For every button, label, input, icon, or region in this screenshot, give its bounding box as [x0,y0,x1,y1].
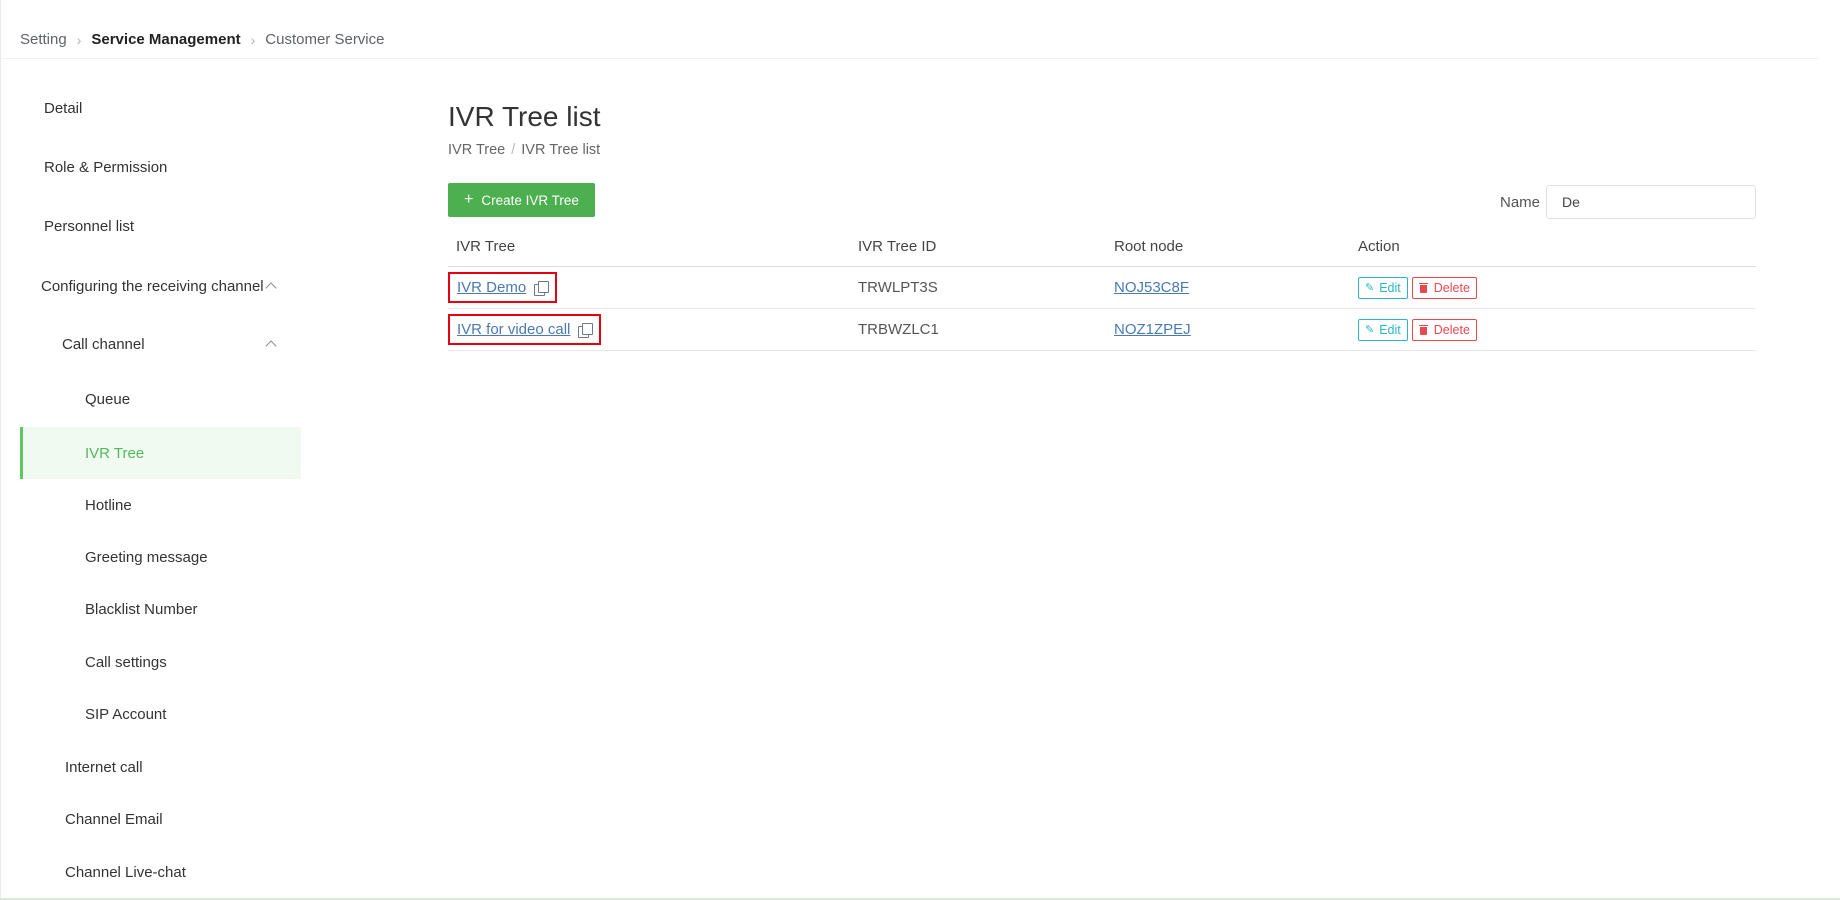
action-cell: ✎ Edit Delete [1358,309,1477,350]
sidebar-item-label: Blacklist Number [85,600,198,618]
left-border [0,0,1,900]
table-header: IVR Tree IVR Tree ID Root node Action [448,227,1756,267]
sidebar-item-label: Configuring the receiving channel [41,277,264,295]
copy-icon[interactable] [578,322,594,338]
sidebar-item-channel-live-chat[interactable]: Channel Live-chat [20,846,301,898]
sidebar: Detail Role & Permission Personnel list … [20,59,301,900]
table-row: IVR Demo TRWLPT3S NOJ53C8F ✎ Edit Delete [448,267,1756,309]
chevron-right-icon: › [250,31,256,48]
sidebar-item-label: SIP Account [85,705,167,723]
ivr-tree-cell: IVR for video call [448,309,602,350]
sidebar-item-detail[interactable]: Detail [20,82,301,134]
column-header-ivr-tree-id: IVR Tree ID [858,238,937,255]
sidebar-item-label: Channel Email [65,810,163,828]
trash-icon [1418,324,1428,335]
ivr-tree-table: IVR Tree IVR Tree ID Root node Action IV… [448,227,1756,351]
edit-label: Edit [1379,280,1401,295]
delete-label: Delete [1433,322,1470,337]
name-filter-label: Name [1499,193,1540,211]
pencil-icon: ✎ [1365,324,1375,336]
sidebar-item-label: Hotline [85,496,132,514]
highlight-box: IVR Demo [448,272,558,303]
sidebar-item-internet-call[interactable]: Internet call [20,741,301,793]
sidebar-item-configuring-receiving-channel[interactable]: Configuring the receiving channel [20,260,301,312]
page-title: IVR Tree list [448,101,601,132]
root-node-link[interactable]: NOZ1ZPEJ [1114,321,1191,338]
sidebar-item-label: Call settings [85,653,167,671]
sidebar-item-label: Call channel [62,335,145,353]
column-header-action: Action [1358,238,1400,255]
sidebar-item-label: Internet call [65,758,143,776]
highlight-box: IVR for video call [448,314,602,345]
create-ivr-tree-button[interactable]: + Create IVR Tree [448,183,595,217]
top-breadcrumb-bar: Setting › Service Management › Customer … [0,0,1818,59]
name-filter-input[interactable] [1546,185,1756,219]
ivr-tree-name-link[interactable]: IVR for video call [457,321,570,338]
sidebar-item-greeting-message[interactable]: Greeting message [20,531,301,583]
sidebar-item-ivr-tree[interactable]: IVR Tree [20,427,301,479]
chevron-up-icon [265,340,277,352]
sidebar-item-queue[interactable]: Queue [20,373,301,425]
breadcrumb-setting[interactable]: Setting [20,31,67,48]
sidebar-item-label: Personnel list [44,217,135,235]
delete-button[interactable]: Delete [1411,318,1477,341]
sidebar-item-hotline[interactable]: Hotline [20,479,301,531]
column-header-ivr-tree: IVR Tree [456,238,516,255]
delete-button[interactable]: Delete [1411,276,1477,299]
breadcrumb-customer-service[interactable]: Customer Service [265,31,384,48]
sidebar-item-label: Detail [44,99,83,117]
root-node-cell: NOJ53C8F [1114,267,1189,308]
sidebar-item-role-permission[interactable]: Role & Permission [20,141,301,193]
root-node-cell: NOZ1ZPEJ [1114,309,1191,350]
breadcrumb-service-management[interactable]: Service Management [91,31,240,48]
ivr-tree-id-cell: TRWLPT3S [858,279,938,296]
ivr-tree-name-link[interactable]: IVR Demo [457,279,526,296]
plus-icon: + [464,191,474,208]
sidebar-item-label: Channel Live-chat [65,863,186,881]
pencil-icon: ✎ [1365,282,1375,294]
delete-label: Delete [1433,280,1470,295]
breadcrumb-separator: / [511,142,516,158]
chevron-right-icon: › [76,31,82,48]
chevron-up-icon [265,282,277,294]
sidebar-item-call-channel[interactable]: Call channel [20,318,301,370]
action-cell: ✎ Edit Delete [1358,267,1477,308]
sidebar-item-channel-email[interactable]: Channel Email [20,793,301,845]
sidebar-item-personnel-list[interactable]: Personnel list [20,200,301,252]
edit-label: Edit [1379,322,1401,337]
sidebar-item-label: Role & Permission [44,158,168,176]
ivr-tree-cell: IVR Demo [448,267,558,308]
sidebar-item-label: Queue [85,390,131,408]
column-header-root-node: Root node [1114,238,1184,255]
edit-button[interactable]: ✎ Edit [1358,318,1408,341]
breadcrumb: Setting › Service Management › Customer … [20,31,384,48]
sidebar-item-label: IVR Tree [85,444,145,462]
create-ivr-tree-label: Create IVR Tree [481,192,579,208]
edit-button[interactable]: ✎ Edit [1358,276,1408,299]
sub-breadcrumb-ivr-tree-list: IVR Tree list [521,142,601,158]
sub-breadcrumb: IVR Tree / IVR Tree list [448,142,600,158]
table-row: IVR for video call TRBWZLC1 NOZ1ZPEJ ✎ E… [448,309,1756,351]
trash-icon [1418,282,1428,293]
copy-icon[interactable] [534,280,550,296]
sidebar-item-blacklist-number[interactable]: Blacklist Number [20,583,301,635]
root-node-link[interactable]: NOJ53C8F [1114,279,1189,296]
ivr-tree-id-cell: TRBWZLC1 [858,321,939,338]
sub-breadcrumb-ivr-tree[interactable]: IVR Tree [448,142,505,158]
name-filter: Name [1500,185,1756,219]
sidebar-item-sip-account[interactable]: SIP Account [20,688,301,740]
sidebar-item-label: Greeting message [85,548,208,566]
sidebar-item-call-settings[interactable]: Call settings [20,636,301,688]
